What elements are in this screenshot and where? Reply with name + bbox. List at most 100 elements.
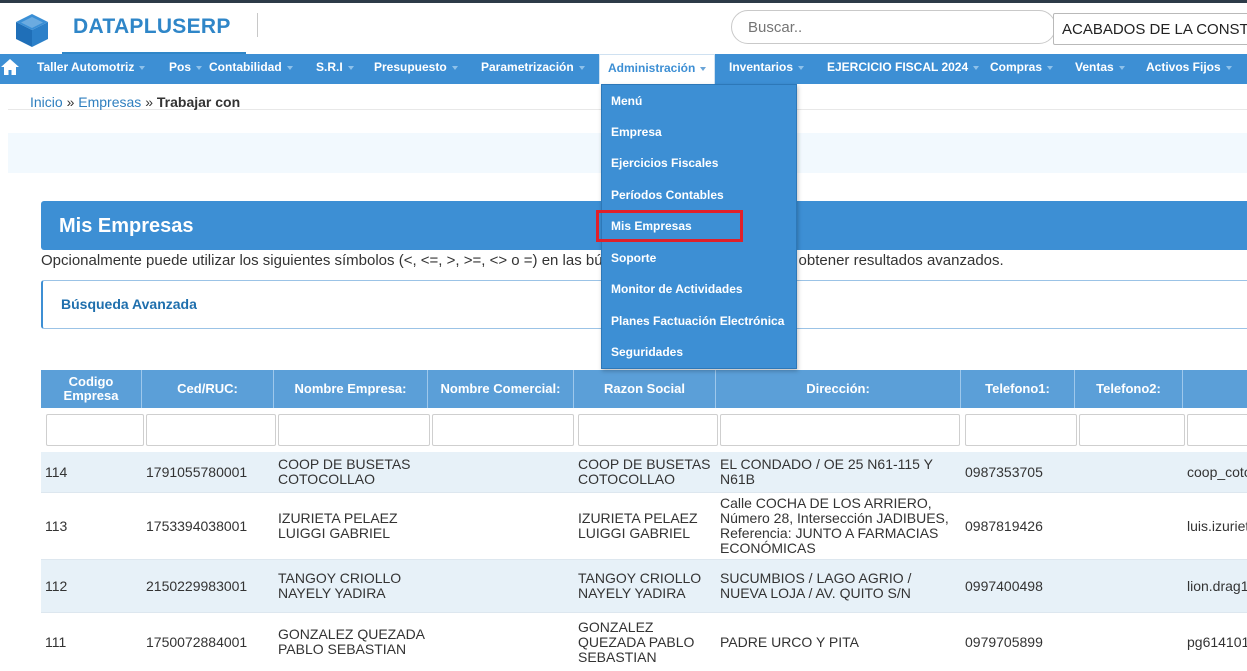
- cell-nombre: GONZALEZ QUEZADA PABLO SEBASTIAN: [278, 626, 425, 657]
- nav-administracion[interactable]: Administración: [599, 54, 716, 84]
- home-icon[interactable]: [0, 58, 20, 78]
- cell-direccion: SUCUMBIOS / LAGO AGRIO / NUEVA LOJA / AV…: [720, 570, 912, 601]
- col-email[interactable]: [1183, 370, 1247, 408]
- chevron-down-icon: [286, 65, 293, 70]
- advanced-search-toggle[interactable]: Búsqueda Avanzada: [61, 296, 197, 312]
- menu-item-monitor-actividades[interactable]: Monitor de Actividades: [611, 282, 743, 296]
- breadcrumb-separator: »: [66, 94, 75, 110]
- cell-comercial: [428, 493, 574, 559]
- table-row[interactable]: 114 1791055780001 COOP DE BUSETAS COTOCO…: [41, 452, 1247, 492]
- header-divider: [257, 13, 258, 37]
- nav-label: Inventarios: [729, 60, 794, 74]
- nav-inventarios[interactable]: Inventarios: [729, 54, 805, 84]
- table-row[interactable]: 111 1750072884001 GONZALEZ QUEZADA PABLO…: [41, 613, 1247, 671]
- cell-ruc: 1753394038001: [146, 517, 248, 534]
- filter-nombre-input[interactable]: [278, 414, 430, 446]
- app-header: DATAPLUSERP ACABADOS DE LA CONSTRUCCION: [0, 3, 1247, 55]
- filter-email-input[interactable]: [1187, 414, 1247, 446]
- filter-razon-input[interactable]: [578, 414, 718, 446]
- menu-item-empresa[interactable]: Empresa: [611, 125, 662, 139]
- menu-item-menu[interactable]: Menú: [611, 94, 642, 108]
- nav-taller-automotriz[interactable]: Taller Automotriz: [37, 54, 146, 84]
- chevron-down-icon: [1225, 65, 1232, 70]
- nav-label: Pos: [169, 60, 192, 74]
- mis-empresas-highlight-box: [596, 210, 743, 242]
- breadcrumb: Inicio » Empresas » Trabajar con: [30, 94, 240, 110]
- menu-item-periodos-contables[interactable]: Períodos Contables: [611, 188, 724, 202]
- nav-contabilidad[interactable]: Contabilidad: [209, 54, 293, 84]
- cell-nombre: TANGOY CRIOLLO NAYELY YADIRA: [278, 570, 402, 601]
- chevron-down-icon: [139, 65, 146, 70]
- nav-ventas[interactable]: Ventas: [1075, 54, 1125, 84]
- cell-telefono2: [1075, 452, 1183, 492]
- brand-name[interactable]: DATAPLUSERP: [73, 15, 231, 39]
- cell-codigo: 112: [45, 577, 68, 594]
- menu-item-soporte[interactable]: Soporte: [611, 251, 656, 265]
- nav-compras[interactable]: Compras: [990, 54, 1054, 84]
- filter-telefono1-input[interactable]: [965, 414, 1077, 446]
- nav-label: Ventas: [1075, 60, 1114, 74]
- menu-item-ejercicios-fiscales[interactable]: Ejercicios Fiscales: [611, 156, 718, 170]
- filter-direccion-input[interactable]: [720, 414, 960, 446]
- chevron-down-icon: [700, 66, 707, 71]
- nav-presupuesto[interactable]: Presupuesto: [374, 54, 458, 84]
- chevron-down-icon: [578, 65, 585, 70]
- col-direccion[interactable]: Dirección:: [716, 370, 961, 408]
- col-nombre-comercial[interactable]: Nombre Comercial:: [428, 370, 574, 408]
- col-telefono2[interactable]: Telefono2:: [1075, 370, 1183, 408]
- cell-telefono1: 0979705899: [965, 633, 1043, 650]
- menu-item-planes-facturacion[interactable]: Planes Factuación Electrónica: [611, 314, 784, 328]
- page-title: Mis Empresas: [59, 215, 194, 237]
- nav-label: Contabilidad: [209, 60, 282, 74]
- nav-label: Activos Fijos: [1146, 60, 1221, 74]
- main-nav: Taller Automotriz Pos Contabilidad S.R.I…: [0, 54, 1247, 84]
- cell-email: pg614101: [1187, 633, 1247, 650]
- cell-email: luis.izurieta: [1187, 517, 1247, 534]
- breadcrumb-separator: »: [145, 94, 153, 110]
- filter-ruc-input[interactable]: [146, 414, 276, 446]
- col-codigo-empresa[interactable]: Codigo Empresa: [41, 370, 142, 408]
- col-ced-ruc[interactable]: Ced/RUC:: [142, 370, 274, 408]
- cell-comercial: [428, 613, 574, 671]
- filter-comercial-input[interactable]: [432, 414, 574, 446]
- company-select[interactable]: ACABADOS DE LA CONSTRUCCION: [1053, 13, 1247, 45]
- chevron-down-icon: [1047, 65, 1054, 70]
- filter-telefono2-input[interactable]: [1079, 414, 1185, 446]
- cube-icon[interactable]: [14, 12, 50, 48]
- cell-direccion: PADRE URCO Y PITA: [720, 633, 859, 650]
- nav-pos[interactable]: Pos: [169, 54, 203, 84]
- chevron-down-icon: [973, 65, 980, 70]
- nav-sri[interactable]: S.R.I: [316, 54, 354, 84]
- menu-item-seguridades[interactable]: Seguridades: [611, 345, 683, 359]
- col-telefono1[interactable]: Telefono1:: [961, 370, 1075, 408]
- chevron-down-icon: [798, 65, 805, 70]
- cell-razon: IZURIETA PELAEZ LUIGGI GABRIEL: [578, 510, 698, 541]
- nav-ejercicio-fiscal[interactable]: EJERCICIO FISCAL 2024: [827, 54, 980, 84]
- nav-label: Compras: [990, 60, 1043, 74]
- cell-telefono1: 0987353705: [965, 463, 1043, 480]
- table-row[interactable]: 112 2150229983001 TANGOY CRIOLLO NAYELY …: [41, 560, 1247, 612]
- nav-parametrizacion[interactable]: Parametrización: [481, 54, 585, 84]
- filter-codigo-input[interactable]: [46, 414, 144, 446]
- chevron-down-icon: [451, 65, 458, 70]
- cell-nombre: IZURIETA PELAEZ LUIGGI GABRIEL: [278, 510, 398, 541]
- chevron-down-icon: [347, 65, 354, 70]
- nav-activos-fijos[interactable]: Activos Fijos: [1146, 54, 1232, 84]
- nav-label: Taller Automotriz: [37, 60, 135, 74]
- cell-ruc: 1791055780001: [146, 463, 248, 480]
- nav-label: Administración: [608, 61, 696, 75]
- col-nombre-empresa[interactable]: Nombre Empresa:: [274, 370, 428, 408]
- table-row[interactable]: 113 1753394038001 IZURIETA PELAEZ LUIGGI…: [41, 493, 1247, 559]
- search-input[interactable]: [731, 10, 1056, 44]
- col-razon-social[interactable]: Razon Social: [574, 370, 716, 408]
- cell-telefono2: [1075, 493, 1183, 559]
- breadcrumb-home-link[interactable]: Inicio: [30, 94, 63, 110]
- cell-direccion: EL CONDADO / OE 25 N61-115 Y N61B: [720, 456, 933, 487]
- breadcrumb-empresas-link[interactable]: Empresas: [78, 94, 141, 110]
- chevron-down-icon: [196, 65, 203, 70]
- cell-codigo: 111: [45, 633, 67, 650]
- cell-nombre: COOP DE BUSETAS COTOCOLLAO: [278, 456, 411, 487]
- cell-codigo: 113: [45, 517, 68, 534]
- cell-telefono1: 0987819426: [965, 517, 1043, 534]
- cell-comercial: [428, 452, 574, 492]
